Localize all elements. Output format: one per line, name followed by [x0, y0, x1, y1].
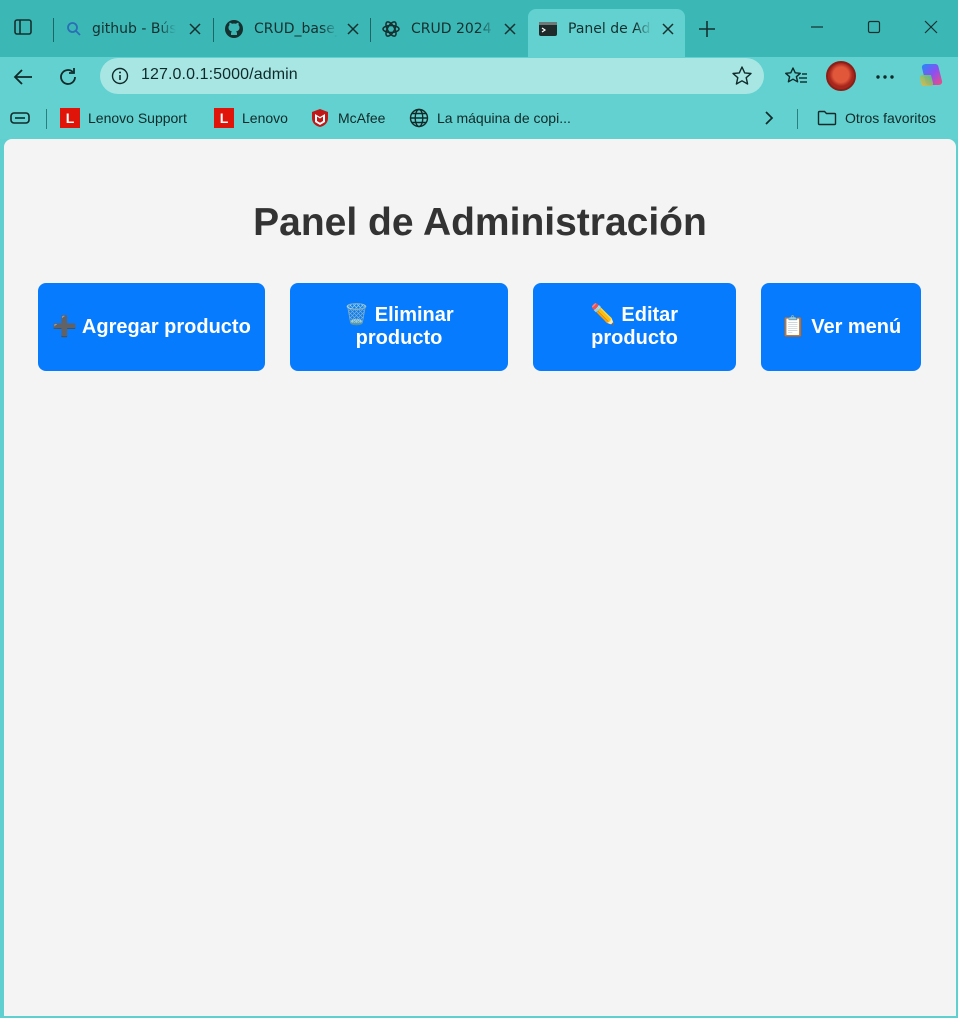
close-icon [924, 20, 938, 34]
search-icon [67, 22, 81, 36]
delete-product-label: 🗑️ Eliminar producto [344, 304, 454, 349]
tab-strip: github - Búsqueda CRUD_base_ [0, 0, 958, 57]
address-bar[interactable]: 127.0.0.1:5000/admin [100, 58, 764, 94]
tab-separator [53, 18, 54, 42]
globe-icon [409, 108, 429, 128]
terminal-icon [539, 22, 557, 36]
favorite-label: La máquina de copi... [437, 110, 571, 126]
refresh-icon [60, 68, 76, 85]
favorite-star-icon[interactable] [730, 64, 754, 88]
lenovo-icon: L [214, 108, 234, 128]
browser-window: github - Búsqueda CRUD_base_ [0, 0, 958, 1018]
favorites-separator [797, 109, 798, 129]
add-product-label: ➕ Agregar producto [52, 315, 251, 338]
edit-product-label: ✏️ Editar producto [590, 304, 679, 349]
folder-icon [817, 108, 837, 128]
close-tab-icon[interactable] [501, 20, 519, 38]
immersive-reader-icon [10, 112, 30, 124]
tab-title: github - Búsqueda [92, 21, 176, 37]
refresh-button[interactable] [52, 61, 84, 93]
mcafee-icon [310, 108, 330, 128]
ellipsis-icon [876, 75, 894, 79]
favorites-button[interactable] [780, 61, 812, 93]
tab-title: Panel de Administración [568, 21, 652, 37]
url-text[interactable]: 127.0.0.1:5000/admin [141, 66, 298, 84]
favorite-label: Lenovo [242, 110, 288, 126]
clipboard-emoji-icon: 📋 [780, 315, 806, 338]
site-info-icon[interactable] [110, 66, 130, 86]
more-options-button[interactable] [869, 61, 901, 93]
copilot-icon[interactable] [918, 61, 946, 89]
close-window-button[interactable] [916, 12, 946, 42]
add-product-button[interactable]: ➕ Agregar producto [38, 283, 265, 371]
favorites-separator [46, 109, 47, 129]
reading-view-button[interactable] [9, 107, 31, 129]
more-favorites-button[interactable] [761, 107, 777, 129]
tab-crud-2024[interactable]: CRUD 2024 [371, 9, 527, 49]
favorite-item-wayback[interactable]: La máquina de copi... [409, 107, 571, 129]
favorite-label: McAfee [338, 110, 386, 126]
view-menu-label: 📋 Ver menú [780, 315, 902, 338]
page-title: Panel de Administración [253, 201, 707, 244]
close-tab-icon[interactable] [186, 20, 204, 38]
pencil-emoji-icon: ✏️ [590, 304, 616, 326]
tab-github-search[interactable]: github - Búsqueda [56, 9, 212, 49]
minimize-button[interactable] [802, 12, 832, 42]
maximize-icon [867, 20, 881, 34]
chatgpt-icon [382, 21, 400, 37]
back-button[interactable] [7, 61, 39, 93]
tab-crud-base[interactable]: CRUD_base_ [214, 9, 370, 49]
favorites-list-icon [785, 67, 807, 83]
page-viewport: Panel de Administración ➕ Agregar produc… [4, 139, 956, 1016]
other-favorites-folder[interactable]: Otros favoritos [817, 107, 936, 129]
maximize-button[interactable] [859, 12, 889, 42]
minimize-icon [811, 26, 823, 28]
chevron-right-icon [765, 111, 774, 125]
tab-panel-admin[interactable]: Panel de Administración [528, 9, 685, 57]
close-tab-icon[interactable] [659, 20, 677, 38]
favorite-item-lenovo[interactable]: L Lenovo [214, 107, 288, 129]
favorite-label: Otros favoritos [845, 110, 937, 126]
close-tab-icon[interactable] [344, 20, 362, 38]
delete-product-button[interactable]: 🗑️ Eliminar producto [290, 283, 508, 371]
github-icon [225, 20, 243, 38]
trash-emoji-icon: 🗑️ [344, 304, 370, 326]
plus-icon [699, 21, 715, 37]
tab-title: CRUD 2024 [411, 21, 492, 37]
new-tab-button[interactable] [692, 14, 722, 44]
lenovo-icon: L [60, 108, 80, 128]
tab-title: CRUD_base_ [254, 21, 338, 37]
favorite-item-lenovo-support[interactable]: L Lenovo Support [60, 107, 187, 129]
favorites-bar: L Lenovo Support L Lenovo McAfee La máqu… [0, 97, 958, 139]
tab-actions-button[interactable] [8, 12, 38, 42]
edit-product-button[interactable]: ✏️ Editar producto [533, 283, 736, 371]
favorite-item-mcafee[interactable]: McAfee [310, 107, 385, 129]
plus-emoji-icon: ➕ [52, 315, 78, 338]
favorite-label: Lenovo Support [88, 110, 187, 126]
tab-actions-icon [14, 19, 32, 35]
browser-toolbar: 127.0.0.1:5000/admin [0, 57, 958, 97]
view-menu-button[interactable]: 📋 Ver menú [761, 283, 921, 371]
back-arrow-icon [13, 69, 32, 85]
profile-avatar[interactable] [826, 61, 856, 91]
